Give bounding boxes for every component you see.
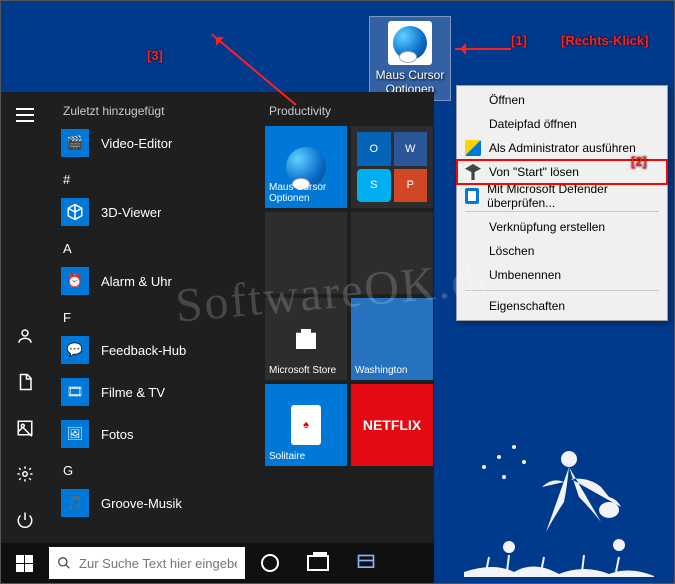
rail-power-button[interactable]: [1, 497, 49, 543]
ctx-separator: [465, 290, 659, 291]
taskview-icon: [307, 555, 329, 571]
store-icon: [291, 324, 321, 354]
ctx-delete[interactable]: Löschen: [457, 239, 667, 263]
start-rail: [1, 92, 49, 543]
cortana-icon: [261, 554, 279, 572]
app-list-letter[interactable]: #: [49, 164, 259, 191]
annotation-1-label: [Rechts-Klick]: [561, 33, 648, 48]
blank-icon: [465, 116, 481, 132]
ctx-unpin-from-start[interactable]: Von "Start" lösen: [457, 160, 667, 184]
blank-icon: [465, 298, 481, 314]
netflix-logo: NETFLIX: [363, 417, 421, 433]
app-video-editor[interactable]: 🎬Video-Editor: [49, 122, 259, 164]
tile-weather[interactable]: [351, 212, 433, 294]
app-groove[interactable]: 🎵Groove-Musik: [49, 482, 259, 524]
app-alarm[interactable]: ⏰Alarm & Uhr: [49, 260, 259, 302]
annotation-3: [3]: [147, 48, 163, 63]
app-list-letter[interactable]: F: [49, 302, 259, 329]
taskbar-search[interactable]: [49, 547, 245, 579]
annotation-1: [1]: [511, 33, 527, 48]
app-list-letter[interactable]: G: [49, 455, 259, 482]
start-menu: Zuletzt hinzugefügt 🎬Video-Editor # 3D-V…: [1, 92, 434, 543]
video-editor-icon: 🎬: [61, 129, 89, 157]
globe-icon: [286, 147, 326, 187]
start-tile-area: Productivity Maus CursorOptionen O W S P…: [259, 92, 434, 543]
tile-office-apps[interactable]: O W S P: [351, 126, 433, 208]
user-icon: [16, 327, 34, 345]
annotation-arrow-1: [455, 48, 511, 50]
desktop-shortcut-icon: [388, 21, 432, 65]
app-feedback[interactable]: 💬Feedback-Hub: [49, 329, 259, 371]
taskbar: [1, 543, 434, 583]
tile-microsoft-store[interactable]: Microsoft Store: [265, 298, 347, 380]
music-icon: 🎵: [61, 489, 89, 517]
blank-icon: [465, 92, 481, 108]
context-menu: Öffnen Dateipfad öffnen Als Administrato…: [456, 85, 668, 321]
tile-maus-cursor-optionen[interactable]: Maus CursorOptionen: [265, 126, 347, 208]
task-view-button[interactable]: [295, 543, 341, 583]
rail-documents-button[interactable]: [1, 359, 49, 405]
clock-icon: ⏰: [61, 267, 89, 295]
tile-netflix[interactable]: NETFLIX: [351, 384, 433, 466]
search-input[interactable]: [79, 556, 237, 571]
start-app-list: Zuletzt hinzugefügt 🎬Video-Editor # 3D-V…: [49, 92, 259, 543]
tile-news-washington[interactable]: Washington: [351, 298, 433, 380]
start-button[interactable]: [1, 543, 47, 583]
pictures-icon: [16, 419, 34, 437]
word-icon: W: [394, 132, 428, 166]
rail-pictures-button[interactable]: [1, 405, 49, 451]
ctx-defender-scan[interactable]: Mit Microsoft Defender überprüfen...: [457, 184, 667, 208]
blank-icon: [465, 267, 481, 283]
decorative-silhouette: [454, 407, 664, 577]
film-icon: 🎞: [61, 378, 89, 406]
app-icon: [356, 553, 376, 573]
app-fotos[interactable]: 🖼Fotos: [49, 413, 259, 455]
outlook-icon: O: [357, 132, 391, 166]
card-icon: ♠: [291, 405, 321, 445]
hamburger-icon: [16, 114, 34, 116]
blank-icon: [465, 219, 481, 235]
defender-shield-icon: [465, 188, 479, 204]
ctx-separator: [465, 211, 659, 212]
app-list-letter[interactable]: A: [49, 233, 259, 260]
tile-app-dark[interactable]: [265, 212, 347, 294]
ctx-create-shortcut[interactable]: Verknüpfung erstellen: [457, 215, 667, 239]
power-icon: [16, 511, 34, 529]
cube-icon: [61, 198, 89, 226]
skype-icon: S: [357, 169, 391, 203]
search-icon: [57, 555, 71, 571]
app-filme-tv[interactable]: 🎞Filme & TV: [49, 371, 259, 413]
rail-user-button[interactable]: [1, 313, 49, 359]
tile-solitaire[interactable]: ♠Solitaire: [265, 384, 347, 466]
rail-settings-button[interactable]: [1, 451, 49, 497]
desktop-shortcut-maus-cursor[interactable]: Maus Cursor Optionen: [369, 16, 451, 101]
blank-icon: [465, 243, 481, 259]
cortana-button[interactable]: [247, 543, 293, 583]
ctx-run-admin[interactable]: Als Administrator ausführen: [457, 136, 667, 160]
photos-icon: 🖼: [61, 420, 89, 448]
ctx-open-path[interactable]: Dateipfad öffnen: [457, 112, 667, 136]
tile-group-header[interactable]: Productivity: [265, 100, 428, 126]
feedback-icon: 💬: [61, 336, 89, 364]
globe-icon: [393, 26, 427, 60]
ctx-open[interactable]: Öffnen: [457, 88, 667, 112]
rail-expand-button[interactable]: [1, 92, 49, 138]
ctx-rename[interactable]: Umbenennen: [457, 263, 667, 287]
windows-logo-icon: [16, 555, 33, 572]
taskbar-app[interactable]: [343, 543, 389, 583]
unpin-icon: [465, 164, 481, 180]
app-list-recent-header: Zuletzt hinzugefügt: [49, 96, 259, 122]
document-icon: [16, 373, 34, 391]
ctx-properties[interactable]: Eigenschaften: [457, 294, 667, 318]
admin-shield-icon: [465, 140, 481, 156]
gear-icon: [16, 465, 34, 483]
powerpoint-icon: P: [394, 169, 428, 203]
app-3d-viewer[interactable]: 3D-Viewer: [49, 191, 259, 233]
